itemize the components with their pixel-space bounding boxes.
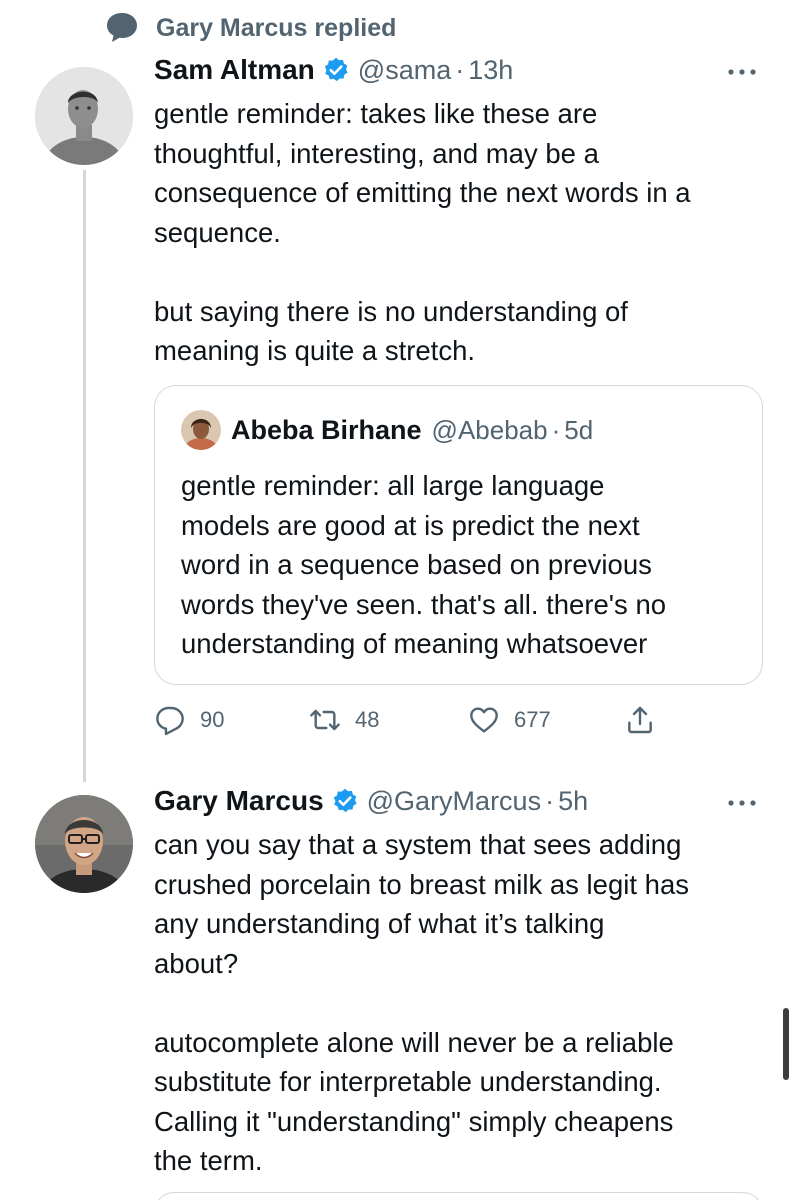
quoted-tweet-header: Abeba Birhane @Abebab · 5d bbox=[181, 410, 593, 450]
reply-button[interactable]: 90 bbox=[154, 700, 224, 740]
tweet-text: can you say that a system that sees addi… bbox=[154, 829, 689, 1176]
separator-dot: · bbox=[455, 54, 465, 85]
quoted-author-name: Abeba Birhane bbox=[231, 414, 422, 445]
reply-context-text: Gary Marcus replied bbox=[156, 13, 397, 42]
share-button[interactable] bbox=[624, 700, 656, 740]
verified-badge-icon bbox=[324, 57, 348, 82]
speech-bubble-icon bbox=[107, 13, 137, 42]
retweet-count: 48 bbox=[355, 707, 380, 732]
author-handle[interactable]: @sama bbox=[358, 55, 451, 86]
scrollbar[interactable] bbox=[783, 1008, 789, 1080]
share-icon bbox=[628, 706, 652, 734]
quoted-timestamp: 5d bbox=[564, 414, 594, 445]
reply-icon bbox=[156, 706, 184, 736]
quoted-tweet-text: gentle reminder: all large language mode… bbox=[181, 470, 667, 659]
timestamp[interactable]: 5h bbox=[558, 786, 588, 817]
gary-marcus-avatar-image bbox=[35, 795, 133, 893]
reply-count: 90 bbox=[200, 707, 225, 732]
verified-badge-icon bbox=[333, 788, 357, 813]
tweet-action-bar: 90 48 677 bbox=[154, 700, 674, 740]
avatar bbox=[181, 410, 221, 450]
tweet-header: Gary Marcus @GaryMarcus · 5h bbox=[154, 785, 588, 817]
separator-dot: · bbox=[551, 414, 561, 445]
author-name[interactable]: Sam Altman bbox=[154, 54, 315, 86]
next-card-edge bbox=[154, 1192, 763, 1200]
tweet-text: gentle reminder: takes like these are th… bbox=[154, 98, 691, 366]
retweet-icon bbox=[310, 709, 340, 731]
like-count: 677 bbox=[514, 707, 551, 732]
author-name[interactable]: Gary Marcus bbox=[154, 785, 324, 817]
like-button[interactable]: 677 bbox=[468, 700, 551, 740]
heart-icon bbox=[470, 707, 498, 733]
quoted-tweet-card[interactable]: Abeba Birhane @Abebab · 5d gentle remind… bbox=[154, 385, 763, 685]
retweet-button[interactable]: 48 bbox=[309, 700, 379, 740]
tweet-header: Sam Altman @sama · 13h bbox=[154, 54, 513, 86]
avatar[interactable] bbox=[35, 67, 133, 165]
more-options-icon[interactable] bbox=[722, 793, 762, 813]
thread-connector-line bbox=[83, 170, 86, 782]
separator-dot: · bbox=[545, 785, 555, 816]
quoted-author-handle: @Abebab bbox=[431, 414, 548, 445]
author-handle[interactable]: @GaryMarcus bbox=[367, 786, 541, 817]
timestamp[interactable]: 13h bbox=[468, 55, 513, 86]
avatar[interactable] bbox=[35, 795, 133, 893]
reply-context[interactable]: Gary Marcus replied bbox=[104, 10, 396, 46]
sam-altman-avatar-image bbox=[35, 67, 133, 165]
more-options-icon[interactable] bbox=[722, 62, 762, 82]
abeba-birhane-avatar-image bbox=[181, 410, 221, 450]
